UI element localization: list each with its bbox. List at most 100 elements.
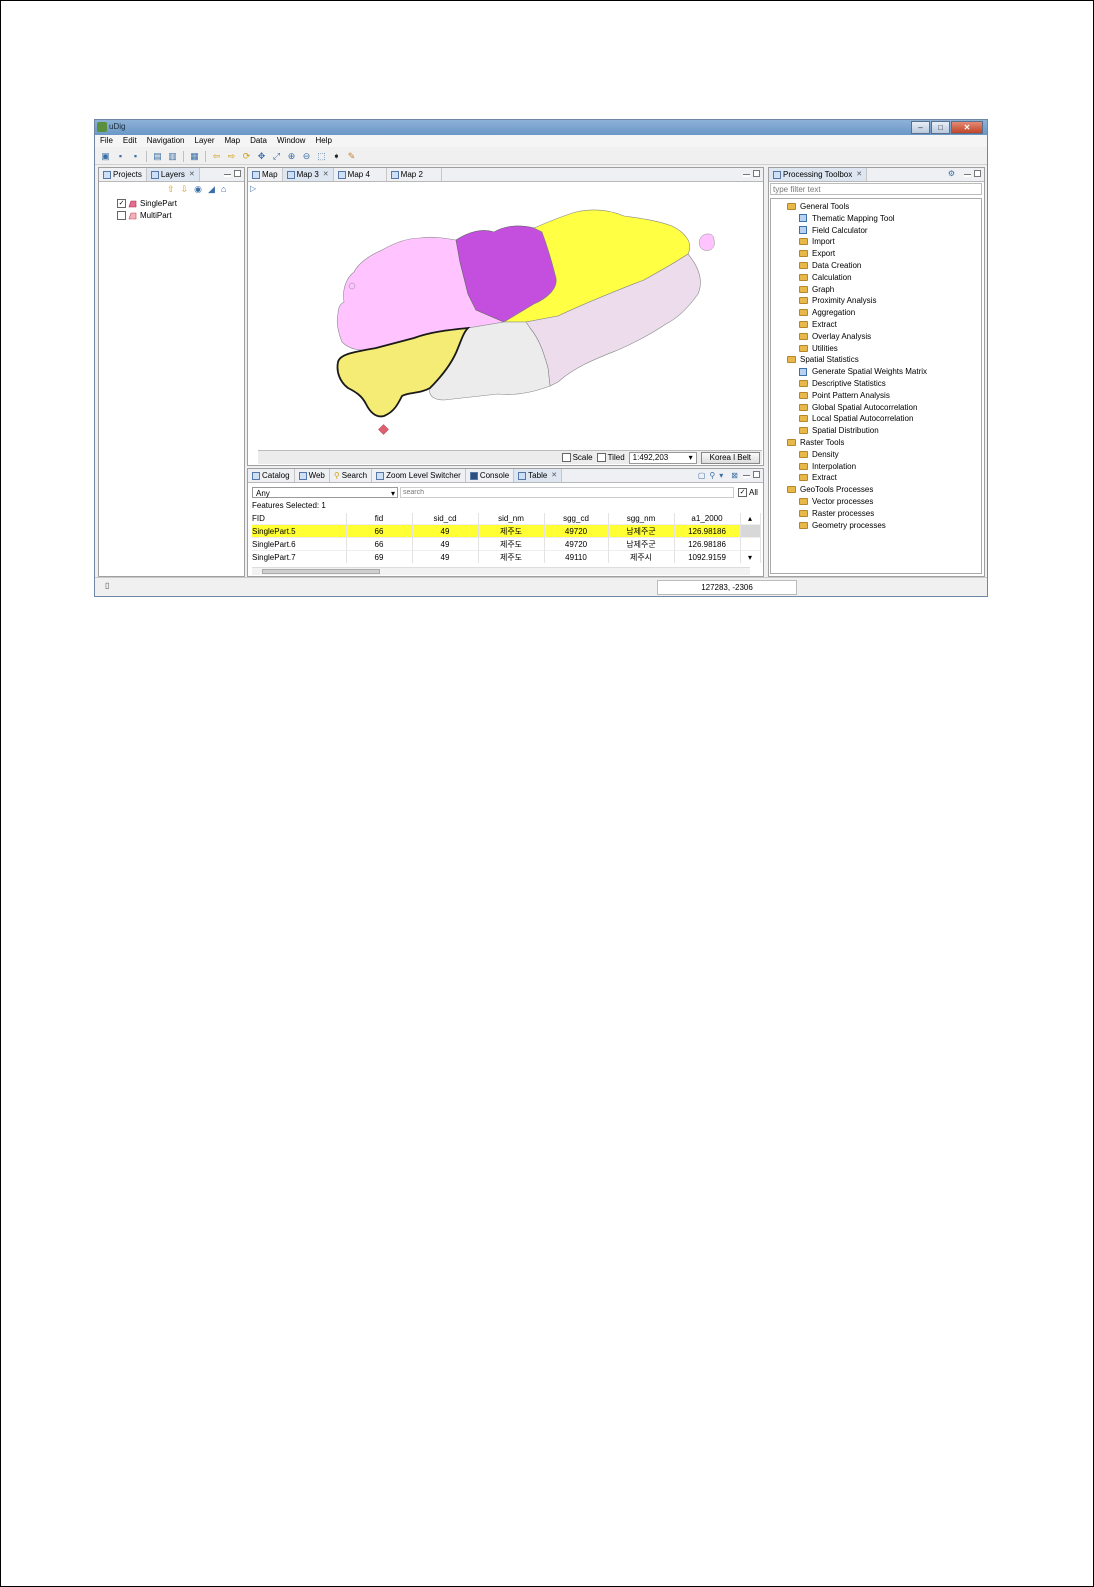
table-row-selected[interactable]: SinglePart.5 66 49 제주도 49720 남제주군 126.98…	[252, 524, 761, 538]
menu-data[interactable]: Data	[245, 135, 272, 147]
close-button[interactable]: ✕	[951, 121, 983, 134]
maximize-panel-icon[interactable]	[753, 170, 760, 177]
toolbox-item[interactable]: Extract	[799, 472, 837, 483]
close-tab-icon[interactable]: ✕	[856, 168, 862, 181]
layer-item-singlepart[interactable]: ✓ SinglePart	[117, 198, 177, 209]
zoom-extent-icon[interactable]: ⤢	[272, 151, 281, 161]
toolbox-item[interactable]: Extract	[799, 319, 837, 330]
toolbox-item[interactable]: Utilities	[799, 343, 838, 354]
close-tab-icon[interactable]: ✕	[551, 469, 557, 482]
tab-table[interactable]: Table ✕	[514, 469, 563, 482]
menu-map[interactable]: Map	[220, 135, 246, 147]
maximize-panel-icon[interactable]	[753, 471, 760, 478]
column-header-a1_2000[interactable]: a1_2000	[674, 513, 741, 525]
scale-dropdown[interactable]: 1:492,203 ▾	[628, 451, 697, 464]
zoom-out-icon[interactable]: ⊖	[302, 151, 311, 161]
layer-item-multipart[interactable]: MultiPart	[117, 210, 172, 221]
tab-map-4[interactable]: Map 4	[334, 168, 387, 181]
toolbox-category[interactable]: Spatial Statistics	[787, 354, 859, 365]
horizontal-scrollbar[interactable]	[252, 567, 750, 575]
toolbox-category[interactable]: General Tools	[787, 201, 849, 212]
tab-map[interactable]: Map	[248, 168, 283, 181]
toolbox-item[interactable]: Vector processes	[799, 496, 873, 507]
forward-icon[interactable]: ⇨	[227, 151, 236, 161]
close-tab-icon[interactable]: ✕	[189, 168, 195, 181]
print-icon[interactable]: ▦	[190, 151, 199, 161]
toolbox-item[interactable]: Graph	[799, 284, 834, 295]
zoom-in-icon[interactable]: ⊕	[287, 151, 296, 161]
tab-layers[interactable]: Layers ✕	[146, 168, 200, 181]
toolbox-category[interactable]: Raster Tools	[787, 437, 844, 448]
menu-help[interactable]: Help	[310, 135, 336, 147]
all-checkbox[interactable]: ✓	[738, 488, 747, 497]
move-down-icon[interactable]: ⇩	[181, 184, 189, 195]
import-icon[interactable]: ▤	[153, 151, 162, 161]
column-header-fid[interactable]: fid	[346, 513, 413, 525]
maximize-panel-icon[interactable]	[974, 170, 981, 177]
table-row[interactable]: SinglePart.6 66 49 제주도 49720 남제주군 126.98…	[252, 537, 761, 551]
menu-file[interactable]: File	[95, 135, 118, 147]
tab-search[interactable]: ⚲ Search	[330, 469, 373, 482]
toolbox-item[interactable]: Global Spatial Autocorrelation	[799, 402, 917, 413]
tiled-checkbox[interactable]	[596, 453, 606, 462]
layer-checkbox[interactable]: ✓	[117, 199, 126, 208]
clear-selection-icon[interactable]: ⊠	[731, 471, 738, 480]
scrollbar-track[interactable]	[740, 537, 761, 551]
layer-checkbox[interactable]	[117, 211, 126, 220]
menu-edit[interactable]: Edit	[118, 135, 142, 147]
attribute-filter-select[interactable]: Any ▾	[252, 487, 398, 498]
scrollbar-thumb[interactable]	[740, 524, 761, 538]
toolbox-item[interactable]: Density	[799, 449, 839, 460]
toolbox-filter-input[interactable]	[770, 183, 982, 195]
save-icon[interactable]: ▪	[116, 151, 125, 161]
toolbox-item[interactable]: Export	[799, 248, 835, 259]
export-icon[interactable]: ▥	[168, 151, 177, 161]
refresh-icon[interactable]: ⟳	[242, 151, 251, 161]
settings-gear-icon[interactable]: ⚙	[948, 170, 955, 178]
tab-projects[interactable]: Projects	[99, 168, 147, 181]
tab-zoom-level-switcher[interactable]: Zoom Level Switcher	[372, 469, 466, 482]
column-header-FID[interactable]: FID	[252, 513, 347, 525]
info-icon[interactable]: ➧	[332, 151, 341, 161]
search-input[interactable]	[400, 487, 734, 498]
layer-props-icon[interactable]: ⌂	[221, 184, 226, 195]
toolbox-item[interactable]: Geometry processes	[799, 520, 886, 531]
tab-map-2[interactable]: Map 2	[387, 168, 442, 181]
column-header-sgg_nm[interactable]: sgg_nm	[608, 513, 675, 525]
minimize-panel-icon[interactable]	[743, 174, 750, 177]
crs-button[interactable]: Korea l Belt	[700, 451, 760, 464]
new-icon[interactable]: ▣	[101, 151, 110, 161]
menu-window[interactable]: Window	[272, 135, 310, 147]
scale-checkbox[interactable]	[561, 453, 571, 462]
back-icon[interactable]: ⇦	[212, 151, 221, 161]
toolbox-item[interactable]: Field Calculator	[799, 225, 868, 236]
edit-icon[interactable]: ✎	[347, 151, 356, 161]
pan-icon[interactable]: ✥	[257, 151, 266, 161]
table-row[interactable]: SinglePart.7 69 49 제주도 49110 제주시 1092.91…	[252, 550, 761, 563]
menu-navigation[interactable]: Navigation	[142, 135, 190, 147]
view-menu-icon[interactable]: ▾	[719, 471, 723, 480]
toolbox-item[interactable]: Point Pattern Analysis	[799, 390, 890, 401]
tab-web[interactable]: Web	[295, 469, 330, 482]
map-canvas[interactable]	[258, 182, 762, 448]
toolbox-item[interactable]: Aggregation	[799, 307, 855, 318]
save-all-icon[interactable]: ▪	[131, 151, 140, 161]
expand-arrow-icon[interactable]: ▷	[250, 184, 256, 193]
zoom-to-selection-icon[interactable]: ⚲	[709, 471, 715, 480]
scrollbar-thumb[interactable]	[262, 569, 380, 574]
toolbox-item[interactable]: Proximity Analysis	[799, 295, 876, 306]
column-header-sid_nm[interactable]: sid_nm	[478, 513, 545, 525]
promote-icon[interactable]: ▢	[698, 471, 706, 480]
scroll-up-icon[interactable]: ▴	[740, 513, 761, 525]
tab-catalog[interactable]: Catalog	[248, 469, 295, 482]
toolbox-item[interactable]: Local Spatial Autocorrelation	[799, 413, 913, 424]
minimize-panel-icon[interactable]	[964, 174, 971, 177]
toolbox-item[interactable]: Interpolation	[799, 461, 856, 472]
minimize-panel-icon[interactable]	[224, 174, 231, 177]
toolbox-item[interactable]: Descriptive Statistics	[799, 378, 886, 389]
move-up-icon[interactable]: ⇧	[167, 184, 175, 195]
layer-style-icon[interactable]: ◉	[194, 184, 202, 195]
toolbox-item[interactable]: Raster processes	[799, 508, 874, 519]
toolbox-category[interactable]: GeoTools Processes	[787, 484, 873, 495]
scroll-down-icon[interactable]: ▾	[740, 550, 761, 563]
